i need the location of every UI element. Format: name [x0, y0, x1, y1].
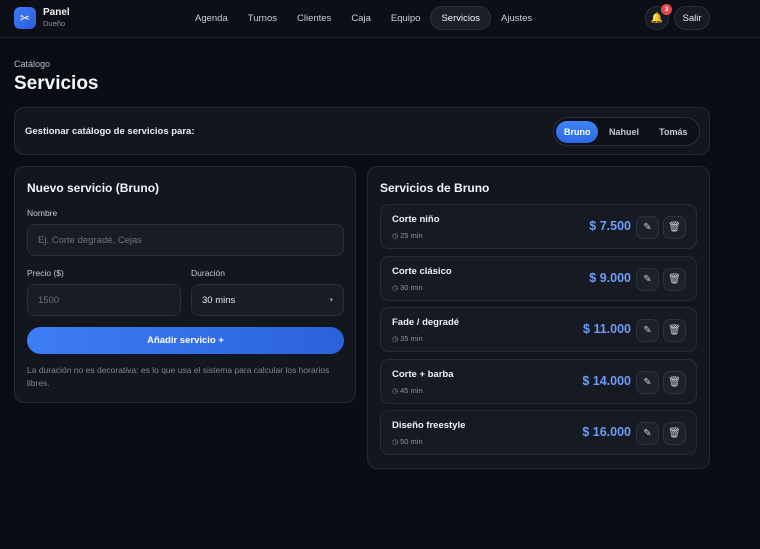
clock-icon: ◷	[392, 387, 399, 395]
list-title: Servicios de Bruno	[380, 181, 490, 195]
provider-option-tomas[interactable]: Tomás	[650, 121, 697, 143]
trash-icon: 🗑	[668, 274, 681, 285]
form-title: Nuevo servicio (Bruno)	[27, 181, 160, 195]
provider-segmented-control: Bruno Nahuel Tomás	[553, 117, 700, 146]
clock-icon: ◷	[392, 284, 399, 292]
price-label: Precio ($)	[27, 268, 64, 278]
service-name: Corte niño	[392, 214, 440, 225]
nav-caja[interactable]: Caja	[341, 6, 381, 30]
service-duration: ◷ 25 min	[392, 231, 423, 240]
trash-icon: 🗑	[668, 325, 681, 336]
brand-title: Panel	[43, 7, 70, 19]
delete-service-button[interactable]: 🗑	[663, 216, 686, 239]
brand-subtitle: Dueño	[43, 19, 66, 29]
nav-servicios[interactable]: Servicios	[430, 6, 491, 30]
pencil-icon: ✎	[643, 274, 652, 285]
edit-service-button[interactable]: ✎	[636, 371, 659, 394]
duration-value: 30 mins	[202, 294, 236, 306]
service-name: Corte clásico	[392, 266, 452, 277]
edit-service-button[interactable]: ✎	[636, 268, 659, 291]
logout-button[interactable]: Salir	[674, 6, 710, 30]
nav-equipo[interactable]: Equipo	[381, 6, 431, 30]
brand[interactable]: ✂ Panel Dueño	[14, 7, 70, 29]
nav-turnos[interactable]: Turnos	[238, 6, 287, 30]
name-input[interactable]	[27, 224, 344, 256]
duration-label: Duración	[191, 268, 226, 278]
provider-option-nahuel[interactable]: Nahuel	[598, 121, 649, 143]
notification-badge: 3	[661, 4, 672, 15]
chevron-down-icon: ▾	[329, 297, 333, 304]
edit-service-button[interactable]: ✎	[636, 319, 659, 342]
nav-clientes[interactable]: Clientes	[287, 6, 341, 30]
edit-service-button[interactable]: ✎	[636, 216, 659, 239]
add-service-button[interactable]: Añadir servicio +	[27, 327, 344, 354]
pencil-icon: ✎	[643, 325, 652, 336]
service-price: $ 16.000	[582, 425, 631, 439]
service-row: Corte clásico ◷ 30 min $ 9.000 ✎ 🗑	[380, 256, 697, 301]
edit-service-button[interactable]: ✎	[636, 422, 659, 445]
service-name: Diseño freestyle	[392, 420, 466, 431]
provider-selector-card: Gestionar catálogo de servicios para: Br…	[14, 107, 710, 155]
nav-agenda[interactable]: Agenda	[185, 6, 238, 30]
delete-service-button[interactable]: 🗑	[663, 319, 686, 342]
service-duration: ◷ 50 min	[392, 437, 423, 446]
main-nav: Agenda Turnos Clientes Caja Equipo Servi…	[185, 6, 542, 30]
top-bar: ✂ Panel Dueño Agenda Turnos Clientes Caj…	[0, 0, 760, 38]
trash-icon: 🗑	[668, 428, 681, 439]
delete-service-button[interactable]: 🗑	[663, 422, 686, 445]
duration-select[interactable]: 30 mins ▾	[191, 284, 344, 316]
service-price: $ 11.000	[583, 322, 631, 336]
service-row: Diseño freestyle ◷ 50 min $ 16.000 ✎ 🗑	[380, 410, 697, 455]
selector-label: Gestionar catálogo de servicios para:	[25, 126, 195, 137]
service-name: Fade / degradé	[392, 317, 460, 328]
service-duration: ◷ 35 min	[392, 334, 423, 343]
service-price: $ 9.000	[589, 271, 631, 285]
service-price: $ 7.500	[589, 219, 631, 233]
clock-icon: ◷	[392, 438, 399, 446]
delete-service-button[interactable]: 🗑	[663, 371, 686, 394]
clock-icon: ◷	[392, 335, 399, 343]
pencil-icon: ✎	[643, 428, 652, 439]
service-row: Corte + barba ◷ 45 min $ 14.000 ✎ 🗑	[380, 359, 697, 404]
scissors-icon: ✂	[14, 7, 36, 29]
service-price: $ 14.000	[582, 374, 631, 388]
pencil-icon: ✎	[643, 377, 652, 388]
service-name: Corte + barba	[392, 369, 454, 380]
clock-icon: ◷	[392, 232, 399, 240]
services-list-card: Servicios de Bruno Corte niño ◷ 25 min $ …	[367, 166, 710, 469]
delete-service-button[interactable]: 🗑	[663, 268, 686, 291]
bell-icon: 🔔	[650, 12, 664, 24]
notifications-button[interactable]: 🔔 3	[645, 4, 672, 30]
name-label: Nombre	[27, 208, 58, 218]
new-service-form: Nuevo servicio (Bruno) Nombre Precio ($)…	[14, 166, 356, 403]
trash-icon: 🗑	[668, 222, 681, 233]
price-input[interactable]	[27, 284, 181, 316]
pencil-icon: ✎	[643, 222, 652, 233]
service-duration: ◷ 30 min	[392, 283, 423, 292]
service-duration: ◷ 45 min	[392, 386, 423, 395]
service-row: Corte niño ◷ 25 min $ 7.500 ✎ 🗑	[380, 204, 697, 249]
breadcrumb: Catálogo	[14, 59, 51, 69]
trash-icon: 🗑	[668, 377, 681, 388]
service-row: Fade / degradé ◷ 35 min $ 11.000 ✎ 🗑	[380, 307, 697, 352]
page-title: Servicios	[14, 73, 99, 94]
provider-option-bruno[interactable]: Bruno	[556, 120, 599, 143]
duration-hint: La duración no es decorativa: es lo que …	[27, 365, 330, 388]
nav-ajustes[interactable]: Ajustes	[491, 6, 542, 30]
